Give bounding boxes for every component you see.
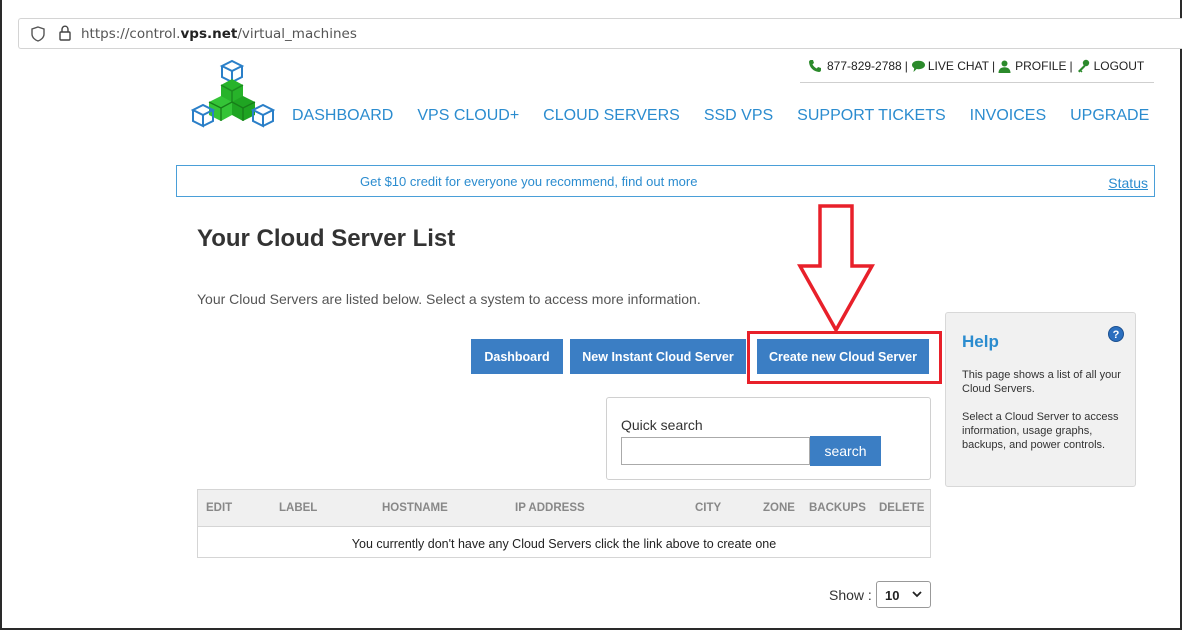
quick-search-label: Quick search — [621, 417, 703, 433]
referral-link[interactable]: Get $10 credit for everyone you recommen… — [360, 174, 697, 189]
help-icon[interactable]: ? — [1108, 326, 1124, 342]
down-arrow-annotation — [797, 204, 875, 332]
url-text: https://control.vps.net/virtual_machines — [81, 26, 357, 42]
status-link[interactable]: Status — [1108, 175, 1148, 191]
main-nav: DASHBOARD VPS CLOUD+ CLOUD SERVERS SSD V… — [292, 107, 1149, 125]
create-new-cloud-server-button[interactable]: Create new Cloud Server — [757, 339, 929, 374]
page-title: Your Cloud Server List — [197, 225, 456, 252]
header-divider — [800, 82, 1154, 83]
header-contact-bar: 877-829-2788 | LIVE CHAT | PROFILE | LOG… — [808, 59, 1144, 73]
shield-icon — [31, 26, 45, 42]
col-backups[interactable]: BACKUPS — [809, 502, 866, 514]
phone-number[interactable]: 877-829-2788 — [827, 59, 902, 73]
chat-icon — [911, 60, 925, 72]
dashboard-button[interactable]: Dashboard — [471, 339, 563, 374]
cloud-server-table: EDIT LABEL HOSTNAME IP ADDRESS CITY ZONE… — [197, 489, 931, 558]
nav-invoices[interactable]: INVOICES — [970, 107, 1046, 125]
show-count-select[interactable]: 10 — [876, 581, 931, 608]
phone-icon — [809, 60, 821, 72]
col-city[interactable]: CITY — [695, 502, 721, 514]
promo-banner: Get $10 credit for everyone you recommen… — [176, 165, 1155, 197]
vpsnet-logo[interactable] — [191, 58, 275, 130]
nav-vps-cloud-plus[interactable]: VPS CLOUD+ — [417, 107, 519, 125]
show-label: Show : — [829, 587, 872, 603]
show-count-value: 10 — [885, 588, 900, 603]
col-delete[interactable]: DELETE — [879, 502, 924, 514]
page-subtitle: Your Cloud Servers are listed below. Sel… — [197, 291, 701, 307]
lock-icon — [59, 25, 71, 41]
live-chat-link[interactable]: LIVE CHAT — [928, 59, 989, 73]
col-ip-address[interactable]: IP ADDRESS — [515, 502, 585, 514]
col-zone[interactable]: ZONE — [763, 502, 795, 514]
nav-support-tickets[interactable]: SUPPORT TICKETS — [797, 107, 945, 125]
nav-ssd-vps[interactable]: SSD VPS — [704, 107, 773, 125]
nav-upgrade[interactable]: UPGRADE — [1070, 107, 1149, 125]
nav-cloud-servers[interactable]: CLOUD SERVERS — [543, 107, 680, 125]
table-header: EDIT LABEL HOSTNAME IP ADDRESS CITY ZONE… — [198, 490, 930, 527]
profile-link[interactable]: PROFILE — [1015, 59, 1066, 73]
key-icon — [1077, 59, 1089, 73]
help-panel: Help ? This page shows a list of all you… — [945, 312, 1136, 487]
chevron-down-icon — [912, 591, 922, 598]
col-edit[interactable]: EDIT — [206, 502, 232, 514]
col-hostname[interactable]: HOSTNAME — [382, 502, 448, 514]
nav-dashboard[interactable]: DASHBOARD — [292, 107, 393, 125]
new-instant-cloud-server-button[interactable]: New Instant Cloud Server — [570, 339, 746, 374]
help-text-2: Select a Cloud Server to access informat… — [962, 411, 1119, 451]
help-text-1: This page shows a list of all your Cloud… — [962, 369, 1121, 395]
address-bar[interactable]: https://control.vps.net/virtual_machines — [18, 18, 1182, 49]
user-icon — [998, 60, 1011, 73]
logout-link[interactable]: LOGOUT — [1094, 59, 1145, 73]
col-label[interactable]: LABEL — [279, 502, 317, 514]
empty-table-message: You currently don't have any Cloud Serve… — [351, 537, 777, 551]
quick-search-input[interactable] — [621, 437, 810, 465]
quick-search-panel: Quick search search — [606, 397, 931, 480]
search-button[interactable]: search — [810, 436, 881, 466]
help-title: Help — [962, 332, 999, 351]
